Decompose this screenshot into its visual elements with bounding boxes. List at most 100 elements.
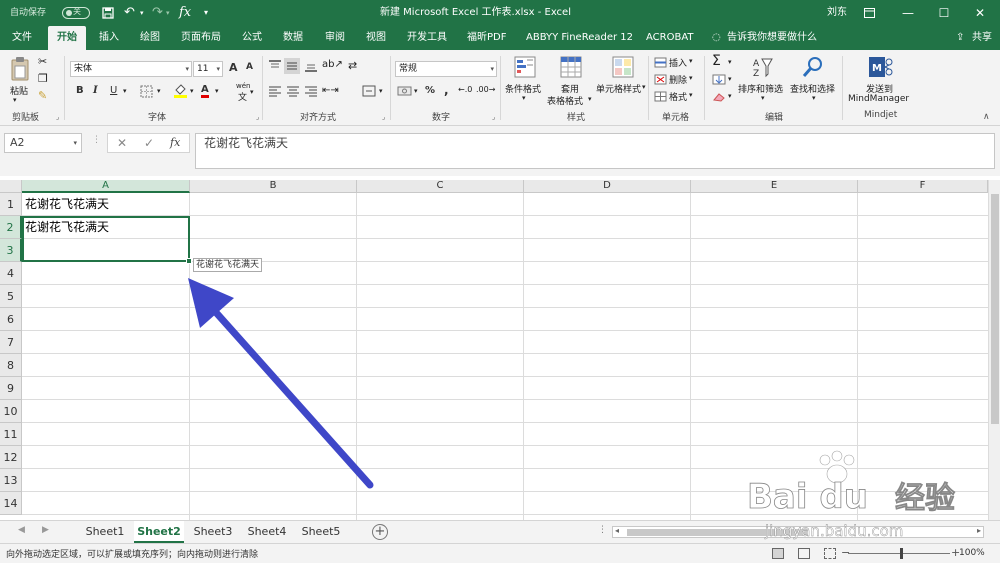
cell-a1[interactable]: 花谢花飞花满天 <box>22 193 109 215</box>
increase-decimal-icon[interactable]: ←.0 <box>458 85 472 94</box>
paste-icon[interactable] <box>10 56 30 82</box>
tab-abbyy[interactable]: ABBYY FineReader 12 <box>526 26 633 50</box>
redo-icon[interactable]: ↷ <box>152 0 163 26</box>
vertical-scroll-thumb[interactable] <box>991 194 999 424</box>
row-header-12[interactable]: 12 <box>0 446 22 469</box>
formula-bar-grip-icon[interactable]: ⋮ <box>92 135 101 145</box>
tab-draw[interactable]: 绘图 <box>140 26 160 50</box>
orientation-icon[interactable]: ab↗ <box>322 59 343 70</box>
align-right-icon[interactable] <box>304 85 318 97</box>
percent-style-button[interactable]: % <box>425 85 435 96</box>
cell-styles-dropdown-icon[interactable]: ▾ <box>642 83 646 91</box>
clipboard-launcher-icon[interactable]: ⌟ <box>56 113 59 121</box>
row-header-5[interactable]: 5 <box>0 285 22 308</box>
row-header-14[interactable]: 14 <box>0 492 22 515</box>
undo-icon[interactable]: ↶ <box>124 0 135 26</box>
find-dropdown-icon[interactable]: ▾ <box>812 94 816 102</box>
find-select-icon[interactable] <box>802 56 824 78</box>
sort-filter-icon[interactable]: A Z <box>752 56 774 78</box>
tab-file[interactable]: 文件 <box>12 26 32 50</box>
share-icon[interactable]: ⇪ <box>956 26 964 50</box>
row-header-3[interactable]: 3 <box>0 239 22 262</box>
page-layout-view-icon[interactable] <box>798 548 810 559</box>
column-header-c[interactable]: C <box>357 180 524 193</box>
borders-dropdown-icon[interactable]: ▾ <box>157 87 161 95</box>
insert-dropdown-icon[interactable]: ▾ <box>689 57 693 65</box>
clear-icon[interactable] <box>712 92 726 102</box>
column-header-d[interactable]: D <box>524 180 691 193</box>
format-painter-icon[interactable]: ✎ <box>38 89 47 102</box>
add-sheet-button[interactable]: + <box>372 524 388 540</box>
zoom-slider-thumb[interactable] <box>900 548 903 559</box>
copy-icon[interactable]: ❐ <box>38 72 48 85</box>
borders-icon[interactable] <box>140 85 153 98</box>
tab-home[interactable]: 开始 <box>48 26 86 50</box>
user-name[interactable]: 刘东 <box>827 0 847 26</box>
align-bottom-icon[interactable] <box>304 60 318 72</box>
tab-page-layout[interactable]: 页面布局 <box>181 26 221 50</box>
row-header-1[interactable]: 1 <box>0 193 22 216</box>
fill-handle[interactable] <box>186 258 192 264</box>
format-dropdown-icon[interactable]: ▾ <box>689 91 693 99</box>
tab-data[interactable]: 数据 <box>283 26 303 50</box>
sheet-tab-2[interactable]: Sheet2 <box>134 521 184 543</box>
conditional-formatting-icon[interactable] <box>514 56 536 78</box>
column-header-f[interactable]: F <box>858 180 988 193</box>
comma-style-button[interactable]: , <box>444 83 449 97</box>
fill-icon[interactable] <box>712 74 726 85</box>
row-header-11[interactable]: 11 <box>0 423 22 446</box>
font-size-select[interactable]: 11 ▾ <box>193 61 223 77</box>
scroll-left-icon[interactable]: ◂ <box>615 526 619 535</box>
row-header-9[interactable]: 9 <box>0 377 22 400</box>
customize-toolbar-icon[interactable]: ▾ <box>204 0 208 26</box>
font-launcher-icon[interactable]: ⌟ <box>256 113 259 121</box>
font-color-button[interactable]: A <box>201 84 209 98</box>
send-to-mindmanager-button[interactable]: MindManager <box>848 94 909 104</box>
row-header-6[interactable]: 6 <box>0 308 22 331</box>
align-top-icon[interactable] <box>268 60 282 72</box>
format-cells-button[interactable]: 格式 <box>669 90 687 103</box>
delete-cells-icon[interactable] <box>654 74 667 85</box>
wrap-text-icon[interactable]: ⇄ <box>348 59 357 72</box>
tab-view[interactable]: 视图 <box>366 26 386 50</box>
mindmanager-icon[interactable]: M <box>868 56 894 78</box>
sheet-tab-3[interactable]: Sheet3 <box>188 521 238 543</box>
zoom-level[interactable]: 100% <box>959 548 985 558</box>
row-header-4[interactable]: 4 <box>0 262 22 285</box>
underline-button[interactable]: U <box>110 85 117 96</box>
maximize-button[interactable]: ☐ <box>934 0 954 26</box>
cut-icon[interactable]: ✂ <box>38 55 47 68</box>
align-center-icon[interactable] <box>286 85 300 97</box>
insert-function-button[interactable]: fx <box>170 136 180 149</box>
number-launcher-icon[interactable]: ⌟ <box>492 113 495 121</box>
bold-button[interactable]: B <box>76 85 84 96</box>
tab-foxit-pdf[interactable]: 福昕PDF <box>467 26 506 50</box>
row-header-7[interactable]: 7 <box>0 331 22 354</box>
font-name-select[interactable]: 宋体 ▾ <box>70 61 192 77</box>
cell-styles-button[interactable]: 单元格样式 <box>596 82 641 95</box>
next-sheet-icon[interactable]: ▶ <box>42 525 49 535</box>
autosum-button[interactable]: Σ <box>712 53 721 69</box>
align-left-icon[interactable] <box>268 85 282 97</box>
confirm-entry-icon[interactable]: ✓ <box>144 136 154 150</box>
format-as-table-button[interactable]: 表格格式 <box>547 94 583 107</box>
save-icon[interactable] <box>102 0 114 26</box>
paste-dropdown-icon[interactable]: ▾ <box>13 96 17 104</box>
insert-cells-icon[interactable] <box>654 57 667 68</box>
close-button[interactable]: ✕ <box>970 0 990 26</box>
fill-color-icon[interactable] <box>173 84 188 99</box>
sheet-tab-5[interactable]: Sheet5 <box>296 521 346 543</box>
previous-sheet-icon[interactable]: ◀ <box>18 525 25 535</box>
undo-dropdown-icon[interactable]: ▾ <box>140 0 144 26</box>
shrink-font-button[interactable]: A <box>246 62 253 72</box>
tab-review[interactable]: 审阅 <box>325 26 345 50</box>
tab-acrobat[interactable]: ACROBAT <box>646 26 694 50</box>
tell-me-search[interactable]: 告诉我你想要做什么 <box>727 26 817 50</box>
column-header-b[interactable]: B <box>190 180 357 193</box>
tab-insert[interactable]: 插入 <box>99 26 119 50</box>
phonetic-dropdown-icon[interactable]: ▾ <box>250 88 254 96</box>
tab-developer[interactable]: 开发工具 <box>407 26 447 50</box>
row-header-8[interactable]: 8 <box>0 354 22 377</box>
share-button[interactable]: 共享 <box>972 26 992 50</box>
minimize-button[interactable]: — <box>898 0 918 26</box>
